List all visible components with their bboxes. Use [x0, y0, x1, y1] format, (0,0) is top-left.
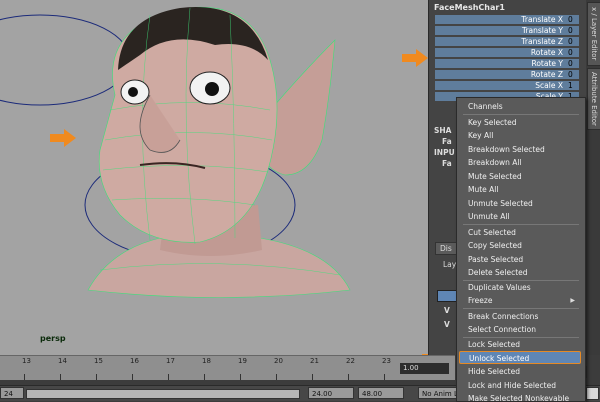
tab-attribute-editor[interactable]: Attribute Editor	[587, 68, 600, 130]
menu-separator	[463, 308, 579, 309]
viewport-scene	[0, 6, 351, 298]
callout-arrow-icon	[50, 129, 76, 147]
menu-item-freeze[interactable]: Freeze ▶	[459, 294, 581, 307]
layers-menu[interactable]: Lay	[443, 260, 456, 269]
tab-layer-editor[interactable]: x / Layer Editor	[587, 2, 600, 66]
tick	[60, 374, 61, 380]
layer-visibility-2[interactable]: V	[444, 320, 450, 329]
shapes-header: SHA	[434, 126, 452, 135]
perspective-viewport[interactable]: persp	[0, 0, 428, 355]
tick-label: 15	[94, 357, 103, 365]
menu-item-hide-selected[interactable]: Hide Selected	[459, 365, 581, 378]
menu-item-lock-selected[interactable]: Lock Selected	[459, 338, 581, 351]
time-slider[interactable]: 13 14 15 16 17 18 19 20 21 22 23	[0, 355, 455, 380]
attr-rotate-x[interactable]: Rotate X0	[435, 48, 579, 57]
menu-item-copy-selected[interactable]: Copy Selected	[459, 239, 581, 252]
start-frame-field[interactable]: 24	[0, 387, 24, 399]
menu-item-break-connections[interactable]: Break Connections	[459, 310, 581, 323]
tick	[96, 374, 97, 380]
attr-scale-x[interactable]: Scale X1	[435, 81, 579, 90]
menu-item-unlock-selected[interactable]: Unlock Selected	[459, 351, 581, 364]
shapes-item[interactable]: Fa	[442, 137, 452, 146]
menu-item-mute-all[interactable]: Mute All	[459, 183, 581, 196]
menu-item-make-selected-nonkeyable[interactable]: Make Selected Nonkeyable	[459, 392, 581, 401]
preferences-icon[interactable]	[586, 387, 599, 400]
tick	[132, 374, 133, 380]
tick-label: 21	[310, 357, 319, 365]
menu-item-mute-selected[interactable]: Mute Selected	[459, 170, 581, 183]
tick	[384, 374, 385, 380]
menu-item-key-all[interactable]: Key All	[459, 129, 581, 142]
menu-item-unmute-selected[interactable]: Unmute Selected	[459, 197, 581, 210]
tick-label: 23	[382, 357, 391, 365]
attr-translate-z[interactable]: Translate Z0	[435, 37, 579, 46]
range-slider[interactable]	[26, 389, 300, 399]
menu-item-breakdown-selected[interactable]: Breakdown Selected	[459, 143, 581, 156]
camera-label: persp	[40, 334, 66, 343]
tick	[240, 374, 241, 380]
menu-item-unmute-all[interactable]: Unmute All	[459, 210, 581, 223]
side-tab-strip: x / Layer Editor Attribute Editor	[586, 0, 600, 355]
attr-rotate-z[interactable]: Rotate Z0	[435, 70, 579, 79]
menu-item-breakdown-all[interactable]: Breakdown All	[459, 156, 581, 169]
menu-item-freeze-label: Freeze	[468, 296, 493, 305]
attr-translate-x[interactable]: Translate X0	[435, 15, 579, 24]
tab-display[interactable]: Dis	[435, 242, 457, 255]
channels-context-menu: Channels Key Selected Key All Breakdown …	[456, 97, 586, 402]
tick	[348, 374, 349, 380]
submenu-arrow-icon: ▶	[570, 297, 575, 304]
tick-label: 19	[238, 357, 247, 365]
tick-label: 17	[166, 357, 175, 365]
menu-separator	[463, 224, 579, 225]
menu-item-lock-and-hide-selected[interactable]: Lock and Hide Selected	[459, 379, 581, 392]
menu-item-channels: Channels	[468, 102, 503, 111]
menu-item-cut-selected[interactable]: Cut Selected	[459, 226, 581, 239]
end-time-total-field[interactable]: 48.00	[358, 387, 404, 399]
tick	[312, 374, 313, 380]
menu-item-delete-selected[interactable]: Delete Selected	[459, 266, 581, 279]
tick	[276, 374, 277, 380]
callout-arrow-icon	[402, 49, 428, 67]
current-time-field[interactable]: 1.00	[400, 363, 449, 374]
menu-item-duplicate-values[interactable]: Duplicate Values	[459, 281, 581, 294]
menu-separator	[463, 114, 579, 115]
tick-label: 16	[130, 357, 139, 365]
tick	[168, 374, 169, 380]
anim-layer-dropdown[interactable]: No Anim L	[418, 387, 458, 399]
inputs-item[interactable]: Fa	[442, 159, 452, 168]
layer-visibility-1[interactable]: V	[444, 306, 450, 315]
tick-label: 13	[22, 357, 31, 365]
attr-rotate-y[interactable]: Rotate Y0	[435, 59, 579, 68]
menu-item-select-connection[interactable]: Select Connection	[459, 323, 581, 336]
menu-item-key-selected[interactable]: Key Selected	[459, 116, 581, 129]
tick-label: 22	[346, 357, 355, 365]
object-name[interactable]: FaceMeshChar1	[434, 3, 505, 12]
attr-translate-y[interactable]: Translate Y0	[435, 26, 579, 35]
menu-item-paste-selected[interactable]: Paste Selected	[459, 253, 581, 266]
tick-label: 18	[202, 357, 211, 365]
tick-label: 14	[58, 357, 67, 365]
tick-label: 20	[274, 357, 283, 365]
tick	[204, 374, 205, 380]
inputs-header: INPU	[434, 148, 455, 157]
end-time-field[interactable]: 24.00	[308, 387, 354, 399]
tick	[24, 374, 25, 380]
